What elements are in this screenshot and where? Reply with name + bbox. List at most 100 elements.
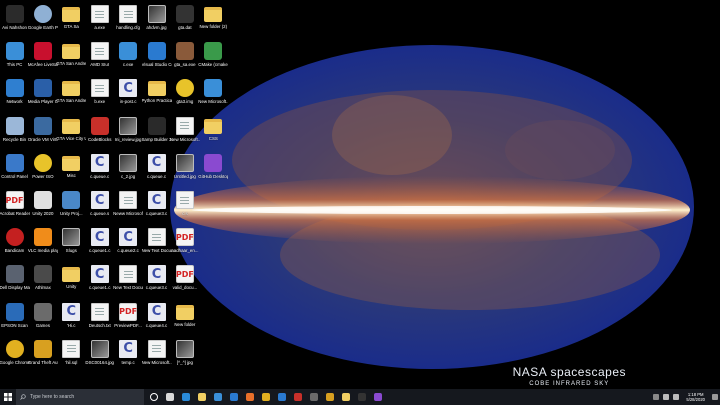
desktop-icon[interactable]: Grand Theft Auto Vice...	[28, 338, 58, 375]
taskbar-search-box[interactable]: Type here to search	[16, 389, 144, 405]
desktop-icon[interactable]: Games	[29, 301, 56, 338]
desktop-icon[interactable]: Cc.queue1.c	[86, 226, 113, 263]
desktop-icon[interactable]: gta.dat	[171, 3, 198, 40]
desktop-icon[interactable]: Power ISO	[29, 152, 56, 189]
desktop-icon[interactable]: 'hil.sql	[58, 338, 85, 375]
taskbar-app[interactable]	[291, 389, 304, 405]
desktop-icon[interactable]: Cin-post.c	[115, 77, 142, 114]
desktop-icon[interactable]: Unity Proj...	[58, 189, 85, 226]
desktop-icon[interactable]: Bandicam	[1, 226, 28, 263]
desktop-icon[interactable]: Network	[1, 77, 28, 114]
desktop-icon[interactable]: Visual Studio Code	[142, 40, 172, 77]
desktop-icon[interactable]: handling.cfg	[115, 3, 142, 40]
desktop-icon[interactable]: Cc.queue.c	[86, 152, 113, 189]
desktop-icon[interactable]: AMD SIuI	[86, 40, 113, 77]
desktop-icon[interactable]: PDF Acrobat Reader DC	[0, 189, 30, 226]
taskbar-app[interactable]	[259, 389, 272, 405]
desktop-icon[interactable]: Athlmax	[29, 263, 56, 300]
taskbar-app[interactable]	[339, 389, 352, 405]
taskbar-app[interactable]	[371, 389, 384, 405]
taskbar-app[interactable]	[307, 389, 320, 405]
desktop-icon[interactable]: Untitled.jpg	[171, 152, 198, 189]
notifications-icon[interactable]	[712, 394, 718, 400]
taskbar-app[interactable]	[323, 389, 336, 405]
desktop-icon[interactable]: C 'Hi.c	[58, 301, 85, 338]
desktop-icon[interactable]: CMake (cmake-gui)	[198, 40, 228, 77]
desktop-icon[interactable]: Media Player Classic	[28, 77, 58, 114]
desktop-icon[interactable]: Recycle Bin	[1, 115, 28, 152]
desktop-icon[interactable]: [^_^] jpg	[171, 338, 198, 375]
desktop-icon[interactable]: New folder (2)	[200, 3, 227, 40]
desktop-icon-label: PreviewPDF...	[114, 322, 142, 328]
desktop-icon[interactable]: Cc.queue3.c	[143, 263, 170, 300]
desktop-icon[interactable]: GTA San Andreas	[56, 40, 86, 77]
desktop-icon[interactable]: Cc.queue4.c	[143, 301, 170, 338]
desktop-icon[interactable]: c_2.jpg	[115, 152, 142, 189]
desktop-icon[interactable]: gta3.img	[171, 77, 198, 114]
desktop-icon[interactable]: GTA Sa	[58, 3, 85, 40]
desktop-icon[interactable]: GTA Vice City User Files	[56, 115, 86, 152]
document-icon	[147, 228, 166, 247]
desktop-icon[interactable]: New Text Docume...	[142, 226, 172, 263]
taskbar-app[interactable]	[147, 389, 160, 405]
desktop-icon[interactable]: Oracle VM VirtualBox	[28, 115, 58, 152]
desktop-icon[interactable]: Cc.queue1.c	[86, 263, 113, 300]
desktop-icon[interactable]: Unity 2020	[29, 189, 56, 226]
desktop-icon[interactable]: GTA San Andreas Us...	[56, 77, 86, 114]
desktop-icon[interactable]: Samp Builder 3	[142, 115, 172, 152]
desktop-icon[interactable]: b.exe	[86, 77, 113, 114]
desktop-icon[interactable]: This PC	[1, 40, 28, 77]
desktop-icon[interactable]: PDF aadhaar_en...	[171, 226, 198, 263]
start-button[interactable]	[0, 389, 16, 405]
desktop-icon[interactable]: c.exe	[115, 40, 142, 77]
taskbar-app[interactable]	[355, 389, 368, 405]
desktop-icon[interactable]: Avi Nahshon	[1, 3, 28, 40]
desktop-icon[interactable]: Python Practicals	[142, 77, 172, 114]
desktop-icon[interactable]: Cc.queue.s	[86, 189, 113, 226]
taskbar-clock[interactable]: 1:18 PM 5/28/2020	[686, 392, 705, 402]
chevron-up-icon[interactable]	[653, 394, 660, 400]
desktop-icon[interactable]: DSC00164.jpg	[85, 338, 114, 375]
taskbar-app[interactable]	[211, 389, 224, 405]
desktop-icon[interactable]: PDF valid_docu...	[171, 263, 198, 300]
desktop-icon[interactable]: New Microsoft...	[170, 115, 200, 152]
taskbar-app[interactable]	[179, 389, 192, 405]
desktop-icon[interactable]: Slugs	[58, 226, 85, 263]
desktop-icon[interactable]: New folder	[171, 301, 198, 338]
desktop-icon[interactable]: VLC media player	[28, 226, 58, 263]
network-icon[interactable]	[663, 394, 670, 400]
desktop-icon[interactable]: gta_sa.exe	[171, 40, 198, 77]
volume-icon[interactable]	[673, 394, 680, 400]
desktop-icon[interactable]: Misc	[58, 152, 85, 189]
desktop-icon[interactable]: ahdvm.jpg	[143, 3, 170, 40]
desktop-icon[interactable]: Google Chrome	[0, 338, 30, 375]
desktop-icon[interactable]: Cc.queue.c	[143, 152, 170, 189]
desktop-icon[interactable]: GitHub Desktop	[198, 152, 228, 189]
desktop-icon[interactable]: Unity	[58, 263, 85, 300]
desktop-icon[interactable]: McAfee LiveSafe	[28, 40, 58, 77]
desktop-icon[interactable]: New Text Docume...	[113, 263, 143, 300]
desktop-icon[interactable]: Deutsch.txt	[86, 301, 113, 338]
desktop-icon[interactable]: CSS	[200, 115, 227, 152]
desktop-icon[interactable]: Cc.queue2.c	[115, 226, 142, 263]
taskbar-app[interactable]	[227, 389, 240, 405]
taskbar-app[interactable]	[275, 389, 288, 405]
desktop[interactable]: Avi Nahshon This PC Network Recycle Bin Cont…	[0, 0, 720, 389]
desktop-icon[interactable]: CodeBlocks	[86, 115, 113, 152]
desktop-icon[interactable]: Dell Display Manager	[0, 263, 30, 300]
desktop-icon[interactable]: Control Panel	[1, 152, 28, 189]
desktop-icon[interactable]: New Microsoft...	[198, 77, 228, 114]
desktop-icon[interactable]: Ctemp.c	[115, 338, 142, 375]
desktop-icon[interactable]: PDF PreviewPDF...	[114, 301, 142, 338]
desktop-icon[interactable]: a.exe	[86, 3, 113, 40]
taskbar-app[interactable]	[195, 389, 208, 405]
desktop-icon[interactable]: Google Earth Pro	[28, 3, 58, 40]
desktop-icon[interactable]: Neww Microsoft...	[113, 189, 143, 226]
desktop-icon[interactable]: EPSON Scan	[1, 301, 28, 338]
desktop-icon[interactable]: Ini_review.jpg	[115, 115, 142, 152]
desktop-icon[interactable]: c.s	[171, 189, 198, 226]
taskbar-app[interactable]	[243, 389, 256, 405]
desktop-icon[interactable]: Cc.queue3.c	[143, 189, 170, 226]
taskbar-app[interactable]	[163, 389, 176, 405]
desktop-icon[interactable]: New Microsoft...	[142, 338, 172, 375]
